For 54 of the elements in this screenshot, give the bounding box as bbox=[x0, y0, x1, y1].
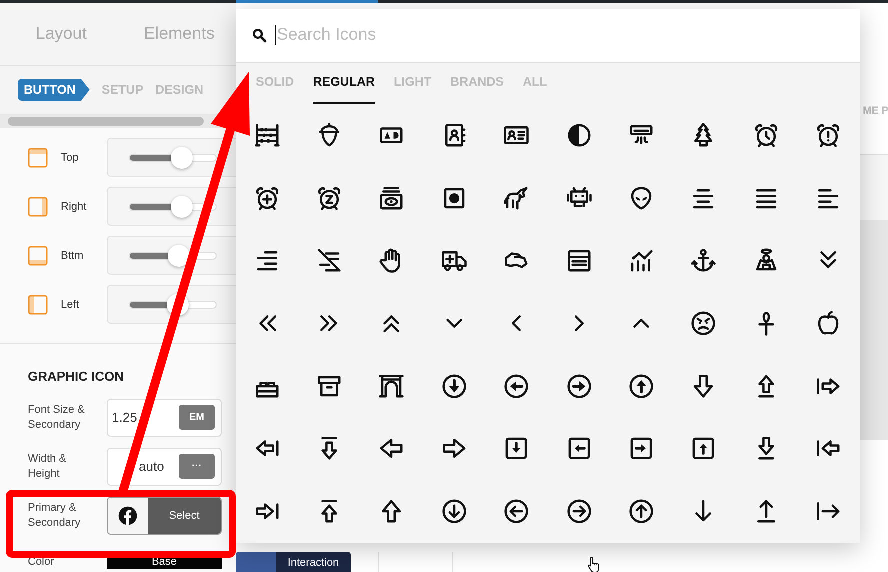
search-icon bbox=[252, 28, 267, 43]
slider-thumb[interactable] bbox=[170, 146, 193, 168]
lines-slash-icon[interactable] bbox=[316, 247, 344, 274]
field-label: Primary & Secondary bbox=[28, 500, 82, 530]
arrow-right-circle-icon[interactable] bbox=[566, 498, 593, 526]
alarm-snooze-icon[interactable] bbox=[316, 184, 344, 212]
slider-track[interactable] bbox=[129, 146, 217, 168]
section-heading: ME P bbox=[863, 105, 888, 117]
slider-label: Left bbox=[61, 298, 80, 310]
anchor-icon[interactable] bbox=[690, 247, 718, 274]
alarm-exclamation-icon[interactable] bbox=[815, 122, 842, 150]
border-bottom-icon bbox=[28, 246, 48, 266]
border-left-icon bbox=[28, 294, 48, 314]
angry-face-icon[interactable] bbox=[690, 310, 718, 338]
section-title: GRAPHIC ICON bbox=[28, 369, 126, 384]
alarm-clock-icon[interactable] bbox=[752, 122, 780, 150]
slider-label: Top bbox=[61, 152, 80, 164]
arrow-down-circle-icon[interactable] bbox=[440, 372, 468, 400]
input-field[interactable]: auto ··· bbox=[107, 448, 222, 486]
text-caret bbox=[275, 25, 276, 46]
input-field[interactable]: 1.25 EM bbox=[107, 398, 222, 436]
arrow-up-circle-icon[interactable] bbox=[628, 372, 656, 400]
abacus-icon[interactable] bbox=[254, 122, 281, 150]
slider-thumb[interactable] bbox=[168, 244, 190, 266]
contrast-icon[interactable] bbox=[566, 122, 593, 150]
color-swatch[interactable] bbox=[236, 552, 276, 572]
slider-label: Bttm bbox=[61, 250, 85, 262]
slider-track[interactable] bbox=[129, 244, 217, 266]
arrow-up-circle-icon[interactable] bbox=[628, 498, 656, 526]
arrow-down-circle-icon[interactable] bbox=[440, 498, 468, 526]
field-label: Font Size & Secondary bbox=[28, 402, 86, 432]
archway-icon[interactable] bbox=[378, 372, 406, 400]
field-label: Color bbox=[28, 555, 56, 569]
unit-button[interactable]: EM bbox=[179, 405, 215, 430]
select-button[interactable]: Select bbox=[148, 498, 221, 534]
disc-box-icon[interactable] bbox=[378, 184, 406, 212]
interaction-button[interactable]: Interaction bbox=[276, 552, 351, 572]
icon-style-tab[interactable]: REGULAR bbox=[313, 62, 376, 104]
border-top-icon bbox=[28, 148, 48, 168]
scrollbar[interactable] bbox=[8, 117, 204, 126]
unit-button[interactable]: ··· bbox=[179, 454, 215, 479]
slider-track[interactable] bbox=[129, 196, 217, 218]
field-label: Width & Height bbox=[28, 452, 68, 482]
slider-thumb[interactable] bbox=[170, 196, 193, 218]
search-field[interactable]: Search Icons bbox=[276, 25, 577, 46]
arrow-left-circle-icon[interactable] bbox=[503, 372, 530, 400]
breadcrumb-step[interactable]: BUTTON bbox=[18, 79, 90, 101]
circle-logo-icon bbox=[118, 506, 138, 526]
slider-label: Right bbox=[61, 200, 88, 212]
arrow-right-circle-icon[interactable] bbox=[566, 372, 593, 400]
border-right-icon bbox=[28, 196, 48, 216]
unicorn-icon[interactable] bbox=[503, 184, 530, 212]
alarm-plus-icon[interactable] bbox=[254, 184, 281, 212]
arrow-left-circle-icon[interactable] bbox=[503, 498, 530, 526]
